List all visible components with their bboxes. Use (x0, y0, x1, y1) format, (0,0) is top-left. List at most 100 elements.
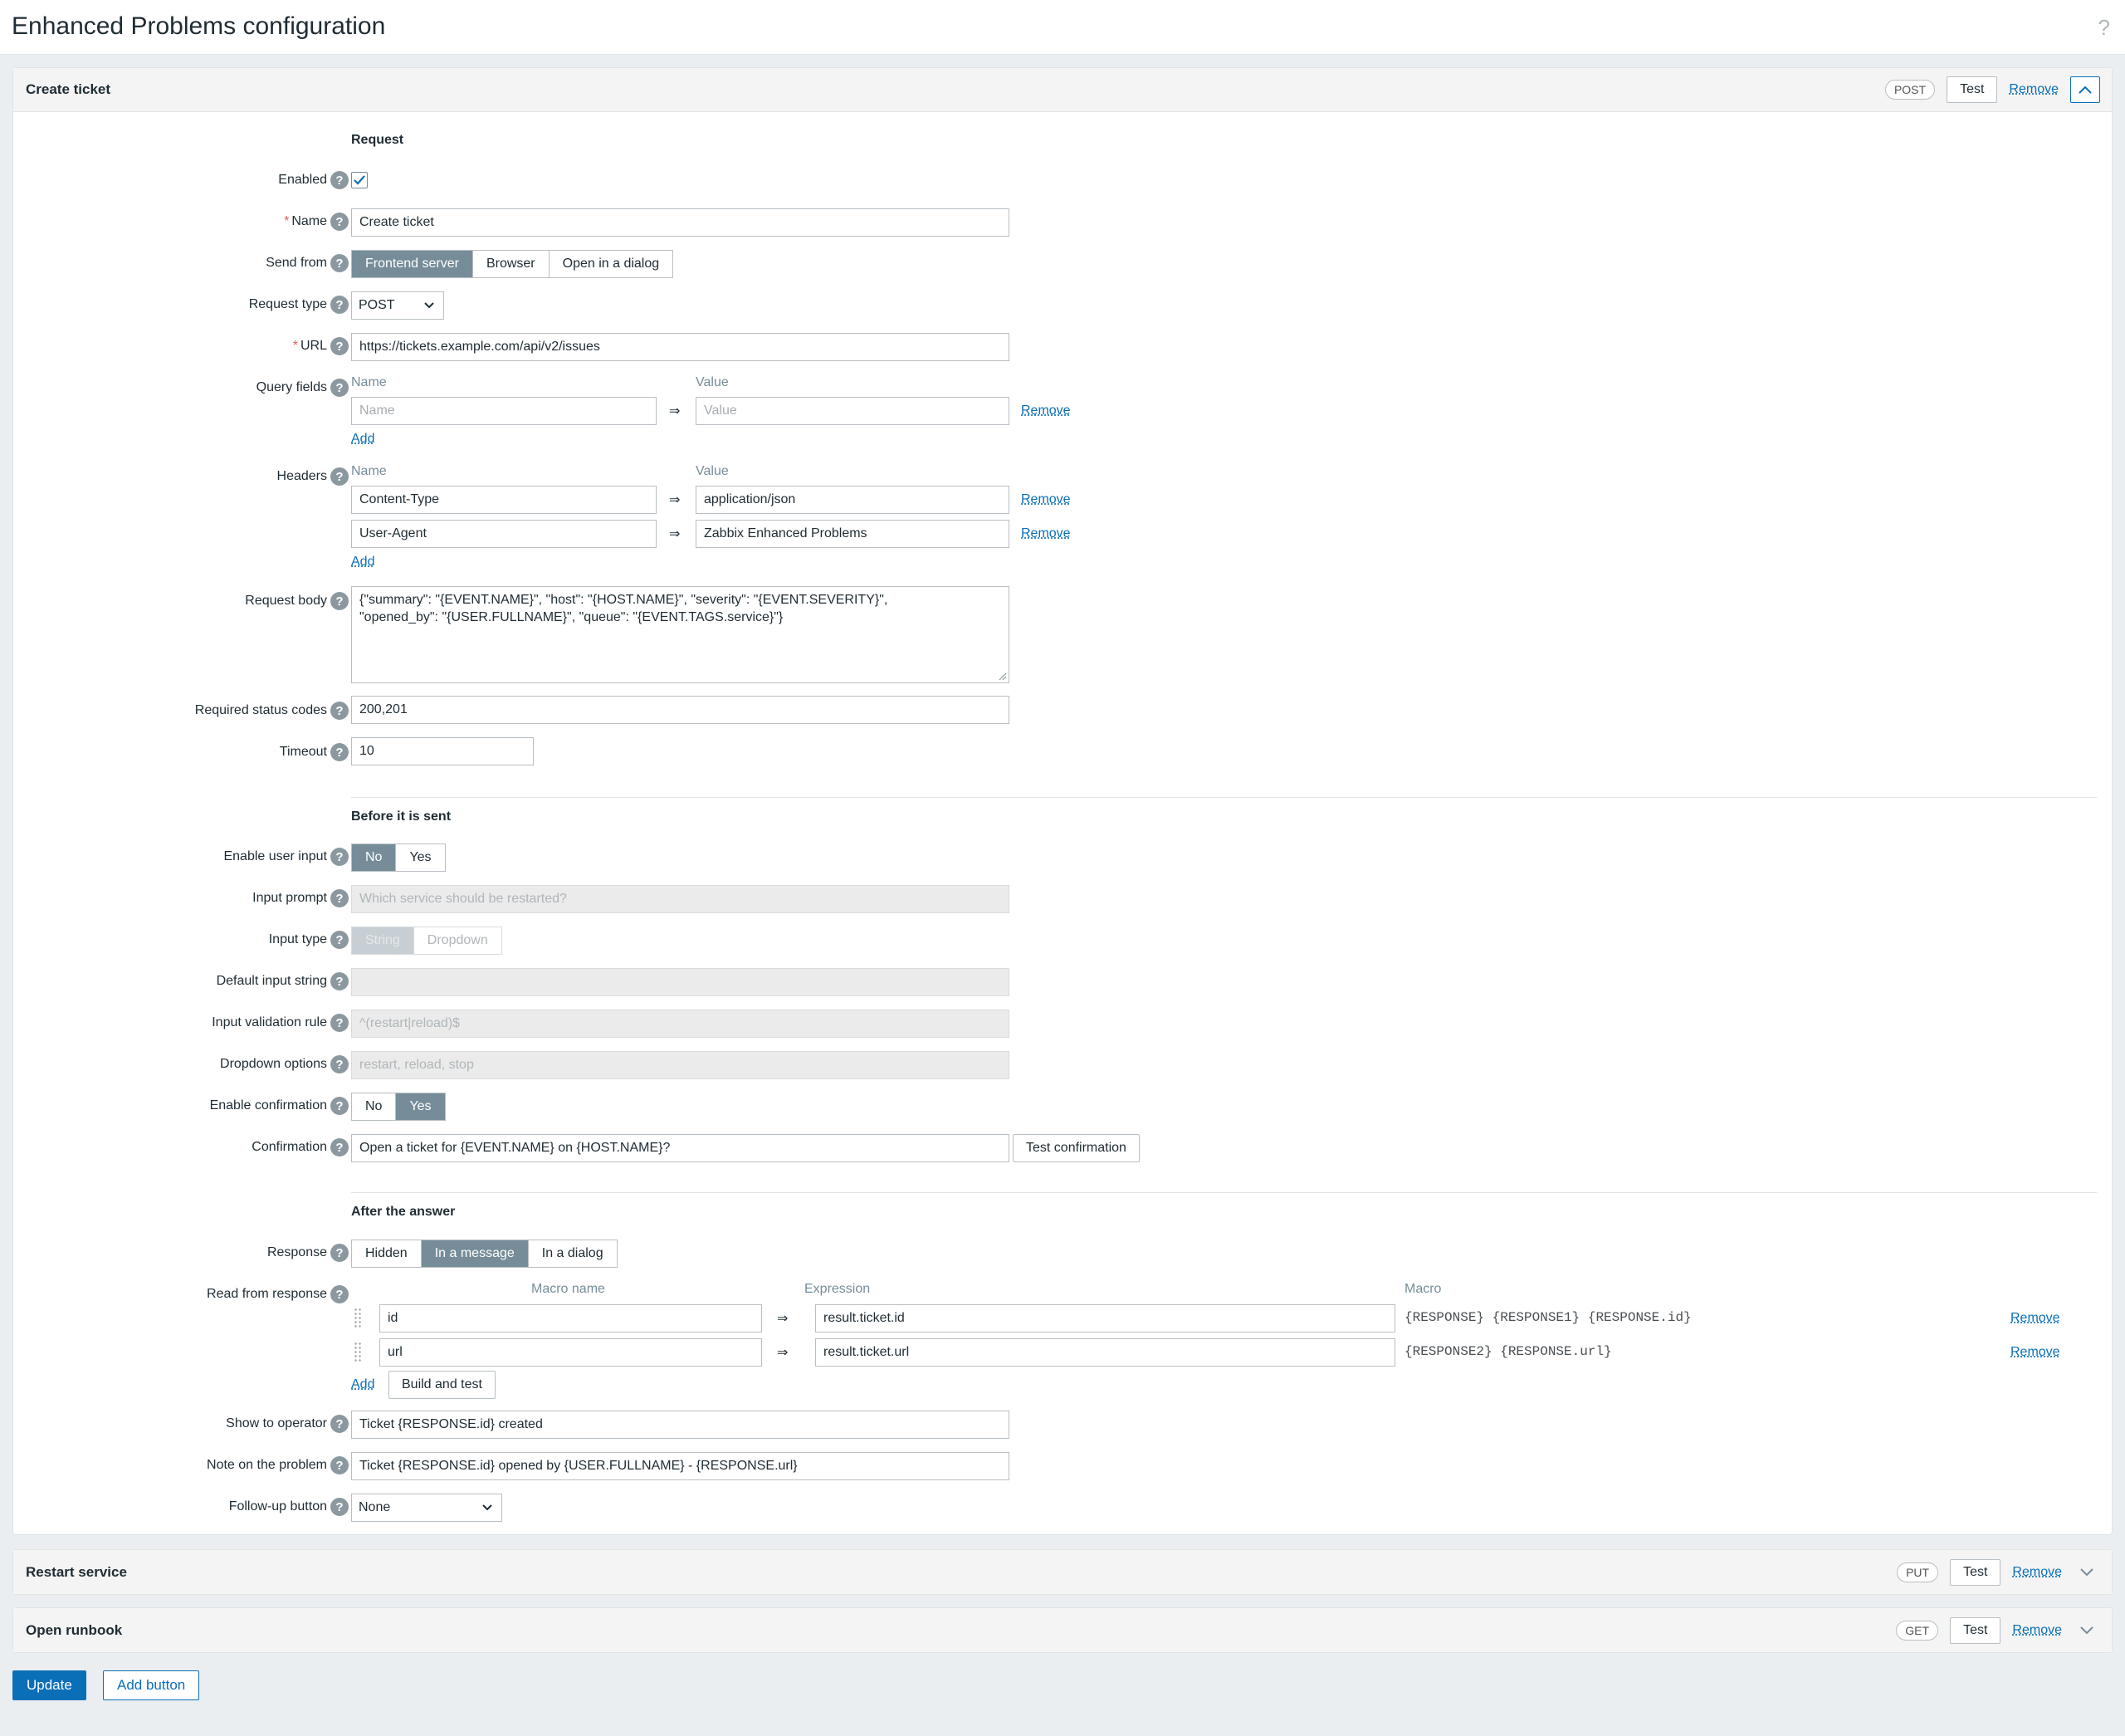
read-add-link[interactable]: Add (351, 1377, 374, 1392)
expand-button[interactable] (2074, 1617, 2100, 1644)
drag-handle-icon[interactable] (354, 1342, 362, 1363)
send-from-browser[interactable]: Browser (473, 251, 550, 277)
show-input[interactable]: Ticket {RESPONSE.id} created (351, 1411, 1009, 1439)
add-button-button[interactable]: Add button (103, 1670, 200, 1700)
build-test-button[interactable]: Build and test (388, 1371, 496, 1399)
request-body-line: "opened_by": "{USER.FULLNAME}", "queue":… (359, 610, 784, 624)
validation-input[interactable]: ^(restart|reload)$ (351, 1010, 1009, 1038)
prompt-input[interactable]: Which service should be restarted? (351, 885, 1009, 913)
test-button[interactable]: Test (1950, 1558, 2001, 1586)
remove-link[interactable]: Remove (2012, 1565, 2062, 1580)
help-icon[interactable]: ? (330, 1097, 349, 1115)
help-icon[interactable]: ? (330, 1014, 349, 1032)
remove-link[interactable]: Remove (2012, 1623, 2062, 1638)
help-icon[interactable]: ? (330, 171, 349, 189)
help-icon[interactable]: ? (330, 213, 349, 231)
help-icon[interactable]: ? (330, 337, 349, 355)
default-label: Default input string (216, 974, 327, 988)
user-input-yes[interactable]: Yes (396, 844, 444, 871)
collapse-button[interactable] (2070, 76, 2100, 103)
followup-select[interactable]: None (351, 1494, 502, 1522)
test-button[interactable]: Test (1950, 1616, 2001, 1644)
query-value-input[interactable]: Value (696, 397, 1009, 425)
send-from-dialog[interactable]: Open in a dialog (550, 251, 673, 277)
header-value-input[interactable]: application/json (696, 486, 1009, 514)
enabled-checkbox[interactable] (351, 172, 368, 188)
confirmation-input[interactable]: Open a ticket for {EVENT.NAME} on {HOST.… (351, 1134, 1009, 1162)
help-icon[interactable]: ? (330, 1415, 349, 1433)
help-icon[interactable]: ? (330, 743, 349, 761)
help-icon[interactable]: ? (330, 296, 349, 314)
section-before: Before it is sent (351, 809, 452, 824)
expand-button[interactable] (2074, 1559, 2100, 1586)
help-icon[interactable]: ? (330, 889, 349, 907)
arrow-icon: ⇒ (669, 527, 681, 541)
method-badge: GET (1896, 1620, 1939, 1641)
help-icon[interactable]: ? (330, 848, 349, 866)
drag-handle-icon[interactable] (354, 1308, 362, 1329)
help-icon[interactable]: ? (330, 254, 349, 272)
help-icon[interactable]: ? (330, 592, 349, 610)
expression-input[interactable]: result.ticket.url (815, 1338, 1395, 1367)
header-name-input[interactable]: Content-Type (351, 486, 657, 514)
status-codes-input[interactable]: 200,201 (351, 696, 1009, 724)
help-icon[interactable]: ? (330, 1244, 349, 1262)
help-icon[interactable]: ? (2098, 15, 2110, 41)
help-icon[interactable]: ? (330, 467, 349, 486)
request-body-label: Request body (245, 594, 327, 608)
timeout-input[interactable]: 10 (351, 737, 534, 765)
show-label: Show to operator (226, 1416, 327, 1430)
help-icon[interactable]: ? (330, 931, 349, 949)
help-icon[interactable]: ? (330, 702, 349, 720)
help-icon[interactable]: ? (330, 379, 349, 397)
request-type-select[interactable]: POST (351, 291, 444, 320)
header-remove-link[interactable]: Remove (1021, 492, 1071, 507)
card-header[interactable]: Restart service PUT Test Remove (13, 1550, 2112, 1594)
request-body-textarea[interactable]: {"summary": "{EVENT.NAME}", "host": "{HO… (351, 586, 1009, 683)
response-message[interactable]: In a message (421, 1240, 529, 1267)
default-input[interactable] (351, 968, 1009, 996)
macro-list: {RESPONSE2} {RESPONSE.url} (1404, 1344, 1612, 1359)
test-confirmation-button[interactable]: Test confirmation (1013, 1134, 1140, 1162)
input-type-dropdown[interactable]: Dropdown (414, 927, 501, 954)
query-name-input[interactable]: Name (351, 397, 657, 425)
status-codes-label: Required status codes (194, 703, 327, 717)
checkmark-icon (354, 175, 365, 185)
card-header[interactable]: Open runbook GET Test Remove (13, 1608, 2112, 1652)
response-dialog[interactable]: In a dialog (529, 1240, 617, 1267)
read-remove-link[interactable]: Remove (2010, 1311, 2060, 1326)
url-input[interactable]: https://tickets.example.com/api/v2/issue… (351, 333, 1009, 361)
note-input[interactable]: Ticket {RESPONSE.id} opened by {USER.FUL… (351, 1452, 1009, 1480)
remove-link[interactable]: Remove (2009, 82, 2059, 97)
help-icon[interactable]: ? (330, 1138, 349, 1157)
response-hidden[interactable]: Hidden (352, 1240, 422, 1267)
query-add-link[interactable]: Add (351, 432, 374, 447)
header-value-input[interactable]: Zabbix Enhanced Problems (696, 520, 1009, 548)
confirm-yes[interactable]: Yes (396, 1093, 445, 1120)
help-icon[interactable]: ? (330, 1456, 349, 1474)
user-input-no[interactable]: No (352, 844, 397, 871)
update-button[interactable]: Update (12, 1670, 86, 1700)
read-remove-link[interactable]: Remove (2010, 1345, 2060, 1360)
name-input[interactable]: Create ticket (351, 208, 1009, 237)
macro-name-input[interactable]: id (379, 1304, 762, 1333)
help-icon[interactable]: ? (330, 1055, 349, 1073)
headers-add-link[interactable]: Add (351, 555, 374, 570)
help-icon[interactable]: ? (330, 972, 349, 990)
macro-name-input[interactable]: url (379, 1338, 762, 1367)
chevron-down-icon (2080, 1626, 2093, 1634)
validation-label: Input validation rule (212, 1015, 327, 1029)
dropdown-options-input[interactable]: restart, reload, stop (351, 1051, 1009, 1079)
col-macro: Macro (1404, 1282, 1442, 1296)
help-icon[interactable]: ? (330, 1498, 349, 1516)
header-name-input[interactable]: User-Agent (351, 520, 657, 548)
help-icon[interactable]: ? (330, 1285, 349, 1303)
confirm-no[interactable]: No (352, 1093, 397, 1120)
input-type-toggle: String Dropdown (351, 927, 502, 955)
expression-input[interactable]: result.ticket.id (815, 1304, 1395, 1333)
test-button[interactable]: Test (1947, 76, 1998, 103)
header-remove-link[interactable]: Remove (1021, 526, 1071, 541)
query-remove-link[interactable]: Remove (1021, 403, 1071, 418)
send-from-frontend[interactable]: Frontend server (352, 251, 473, 277)
input-type-string[interactable]: String (352, 927, 414, 954)
